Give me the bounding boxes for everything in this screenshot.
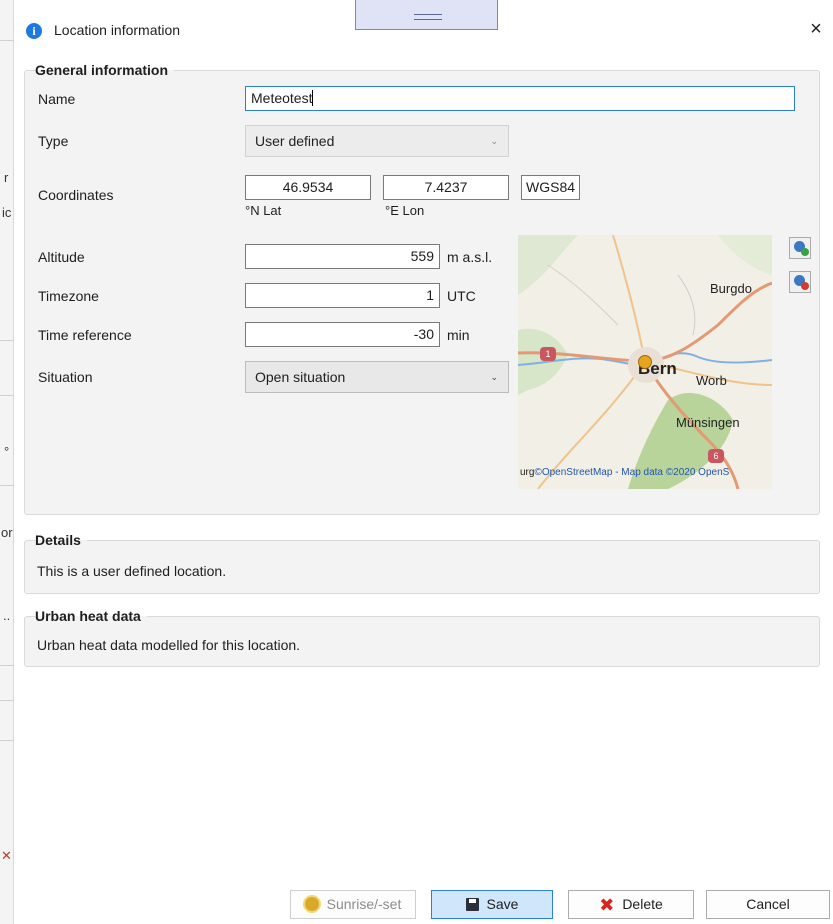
coordinates-label: Coordinates — [38, 187, 114, 203]
title-bar: i Location information × — [14, 14, 833, 48]
bg-text: ic — [2, 205, 12, 220]
text-caret — [312, 90, 314, 106]
bg-divider — [0, 700, 14, 701]
delete-button-label: Delete — [622, 896, 663, 912]
name-input[interactable]: Meteotest — [245, 86, 795, 111]
bg-close-icon: ✕ — [1, 848, 12, 863]
bg-divider — [0, 485, 14, 486]
save-icon — [465, 898, 479, 911]
bg-text: r — [4, 170, 9, 185]
save-button-label: Save — [486, 896, 519, 912]
delete-x-icon: ✖ — [599, 895, 615, 915]
dialog-title: Location information — [54, 22, 181, 38]
background-window-strip: r ic ° or .. ✕ — [0, 0, 14, 924]
sunrise-button-label: Sunrise/-set — [326, 896, 402, 912]
situation-select-value: Open situation — [255, 369, 346, 385]
details-group: Details This is a user defined location. — [24, 532, 820, 594]
situation-select[interactable]: Open situation ⌄ — [245, 361, 509, 393]
chevron-down-icon: ⌄ — [490, 136, 498, 146]
cancel-button[interactable]: Cancel — [706, 890, 830, 919]
map-search-add-button[interactable] — [789, 237, 811, 259]
bg-text: ° — [4, 444, 10, 459]
group-title-general: General information — [35, 62, 175, 78]
chevron-down-icon: ⌄ — [490, 372, 498, 382]
bg-divider — [0, 340, 14, 341]
type-select[interactable]: User defined ⌄ — [245, 125, 509, 157]
group-title-details: Details — [35, 532, 87, 548]
altitude-unit: m a.s.l. — [447, 249, 493, 265]
coordinate-system-box[interactable]: WGS84 — [521, 175, 581, 200]
latitude-caption: °N Lat — [245, 203, 282, 218]
time-reference-input[interactable]: -30 — [245, 322, 440, 347]
location-pin-icon — [638, 355, 652, 369]
delete-button[interactable]: ✖ Delete — [568, 890, 694, 919]
highway-shield-a1: 1 — [540, 347, 556, 361]
info-icon: i — [26, 23, 42, 39]
timezone-label: Timezone — [38, 288, 99, 304]
sunrise-sunset-button[interactable]: Sunrise/-set — [290, 890, 416, 919]
altitude-label: Altitude — [38, 249, 85, 265]
type-select-value: User defined — [255, 133, 335, 149]
cancel-button-label: Cancel — [746, 896, 790, 912]
sun-icon — [304, 897, 319, 911]
situation-label: Situation — [38, 369, 93, 385]
bg-divider — [0, 665, 14, 666]
location-map[interactable]: Burgdo Bern Worb Münsingen 1 6 urg©OpenS… — [518, 235, 772, 489]
map-label-worb: Worb — [696, 373, 727, 388]
urban-heat-group: Urban heat data Urban heat data modelled… — [24, 608, 820, 667]
minus-badge-icon — [801, 282, 809, 290]
location-information-dialog: i Location information × General informa… — [14, 0, 833, 924]
timezone-unit: UTC — [447, 288, 476, 304]
longitude-caption: °E Lon — [385, 203, 425, 218]
plus-badge-icon — [801, 248, 809, 256]
bg-divider — [0, 40, 14, 41]
bg-text: .. — [3, 608, 11, 623]
map-label-munsingen: Münsingen — [676, 415, 740, 430]
highway-shield-a6: 6 — [708, 449, 724, 463]
map-search-remove-button[interactable] — [789, 271, 811, 293]
bg-divider — [0, 740, 14, 741]
name-input-value: Meteotest — [251, 90, 313, 106]
type-label: Type — [38, 133, 69, 149]
longitude-input[interactable]: 7.4237 — [383, 175, 509, 200]
timezone-input[interactable]: 1 — [245, 283, 440, 308]
latitude-input[interactable]: 46.9534 — [245, 175, 371, 200]
time-reference-unit: min — [447, 327, 470, 343]
map-attribution: urg©OpenStreetMap - Map data ©2020 OpenS — [520, 467, 730, 478]
time-reference-label: Time reference — [38, 327, 132, 343]
altitude-input[interactable]: 559 — [245, 244, 440, 269]
name-label: Name — [38, 91, 76, 107]
save-button[interactable]: Save — [431, 890, 553, 919]
close-button[interactable]: × — [804, 17, 828, 43]
map-label-burgdorf: Burgdo — [710, 281, 752, 296]
details-text: This is a user defined location. — [37, 563, 227, 579]
urban-heat-text: Urban heat data modelled for this locati… — [37, 637, 301, 653]
bg-text: or — [1, 525, 13, 540]
bg-divider — [0, 395, 14, 396]
group-title-urban-heat: Urban heat data — [35, 608, 147, 624]
